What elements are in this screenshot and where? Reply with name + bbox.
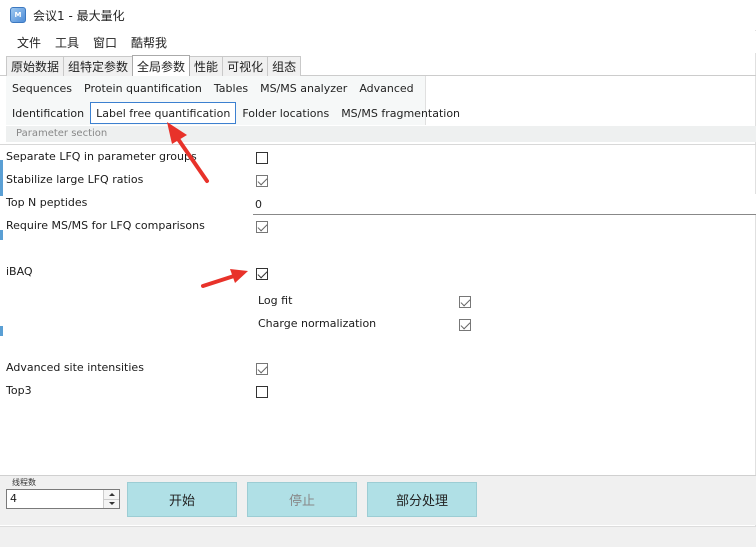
annotation-arrow-up-icon <box>167 122 209 183</box>
label-top-n-peptides: Top N peptides <box>6 196 88 209</box>
tab-performance[interactable]: 性能 <box>189 56 224 76</box>
spinner-down-button[interactable] <box>104 499 119 508</box>
label-advanced-site-intensities: Advanced site intensities <box>6 361 144 374</box>
label-ibaq: iBAQ <box>6 265 33 278</box>
spinner-buttons <box>103 490 119 508</box>
subtabs-row-1: Sequences Protein quantification Tables … <box>6 76 420 100</box>
subtab-protein-quantification[interactable]: Protein quantification <box>78 77 208 99</box>
threads-label: 线程数 <box>12 478 36 487</box>
label-require-msms: Require MS/MS for LFQ comparisons <box>6 219 205 232</box>
checkbox-separate-lfq[interactable] <box>256 152 268 164</box>
tab-raw-data[interactable]: 原始数据 <box>6 56 65 76</box>
subtab-msms-analyzer[interactable]: MS/MS analyzer <box>254 77 353 99</box>
window-title: 会议1 - 最大量化 <box>33 8 125 23</box>
checkbox-advanced-site-intensities[interactable] <box>256 363 268 375</box>
subtabs-row-2: Identification Label free quantification… <box>6 101 466 125</box>
title-bar: M 会议1 - 最大量化 <box>0 0 756 30</box>
stop-button[interactable]: 停止 <box>247 482 357 517</box>
app-logo-icon: M <box>10 7 26 23</box>
partial-processing-button[interactable]: 部分处理 <box>367 482 477 517</box>
label-top3: Top3 <box>6 384 32 397</box>
menu-tools[interactable]: 工具 <box>48 34 86 51</box>
edge-mark <box>0 160 3 196</box>
section-header: Parameter section <box>6 126 756 142</box>
checkbox-log-fit[interactable] <box>459 296 471 308</box>
menu-bar: 文件 工具 窗口 酷帮我 <box>0 31 756 53</box>
checkbox-charge-normalization[interactable] <box>459 319 471 331</box>
tab-configuration[interactable]: 组态 <box>267 56 302 76</box>
subtab-sequences[interactable]: Sequences <box>6 77 78 99</box>
triangle-up-icon <box>108 492 115 496</box>
edge-mark <box>0 326 3 336</box>
threads-value[interactable]: 4 <box>10 492 17 505</box>
status-bar <box>0 526 756 547</box>
threads-spinner[interactable]: 4 <box>6 489 120 509</box>
subtab-identification[interactable]: Identification <box>6 102 90 124</box>
tab-group-specific-parameters[interactable]: 组特定参数 <box>63 56 134 76</box>
annotation-arrow-right-icon <box>201 269 248 288</box>
subtab-msms-fragmentation[interactable]: MS/MS fragmentation <box>335 102 466 124</box>
checkbox-require-msms[interactable] <box>256 221 268 233</box>
menu-help[interactable]: 酷帮我 <box>124 34 174 51</box>
checkbox-ibaq[interactable] <box>256 268 268 280</box>
subtab-tables[interactable]: Tables <box>208 77 254 99</box>
tab-global-parameters[interactable]: 全局参数 <box>132 55 191 76</box>
label-stabilize-lfq: Stabilize large LFQ ratios <box>6 173 144 186</box>
menu-file[interactable]: 文件 <box>10 34 48 51</box>
triangle-down-icon <box>108 502 115 506</box>
checkbox-stabilize-lfq[interactable] <box>256 175 268 187</box>
label-charge-normalization: Charge normalization <box>258 317 377 330</box>
spinner-up-button[interactable] <box>104 490 119 500</box>
section-divider <box>0 144 756 145</box>
subtab-advanced[interactable]: Advanced <box>353 77 419 99</box>
main-tabs: 原始数据 组特定参数 全局参数 性能 可视化 组态 <box>6 55 302 76</box>
top-n-peptides-input[interactable] <box>253 194 756 215</box>
label-log-fit: Log fit <box>258 294 293 307</box>
subtab-folder-locations[interactable]: Folder locations <box>236 102 335 124</box>
edge-mark <box>0 230 3 240</box>
tab-visualization[interactable]: 可视化 <box>222 56 269 76</box>
checkbox-top3[interactable] <box>256 386 268 398</box>
start-button[interactable]: 开始 <box>127 482 237 517</box>
menu-window[interactable]: 窗口 <box>86 34 124 51</box>
